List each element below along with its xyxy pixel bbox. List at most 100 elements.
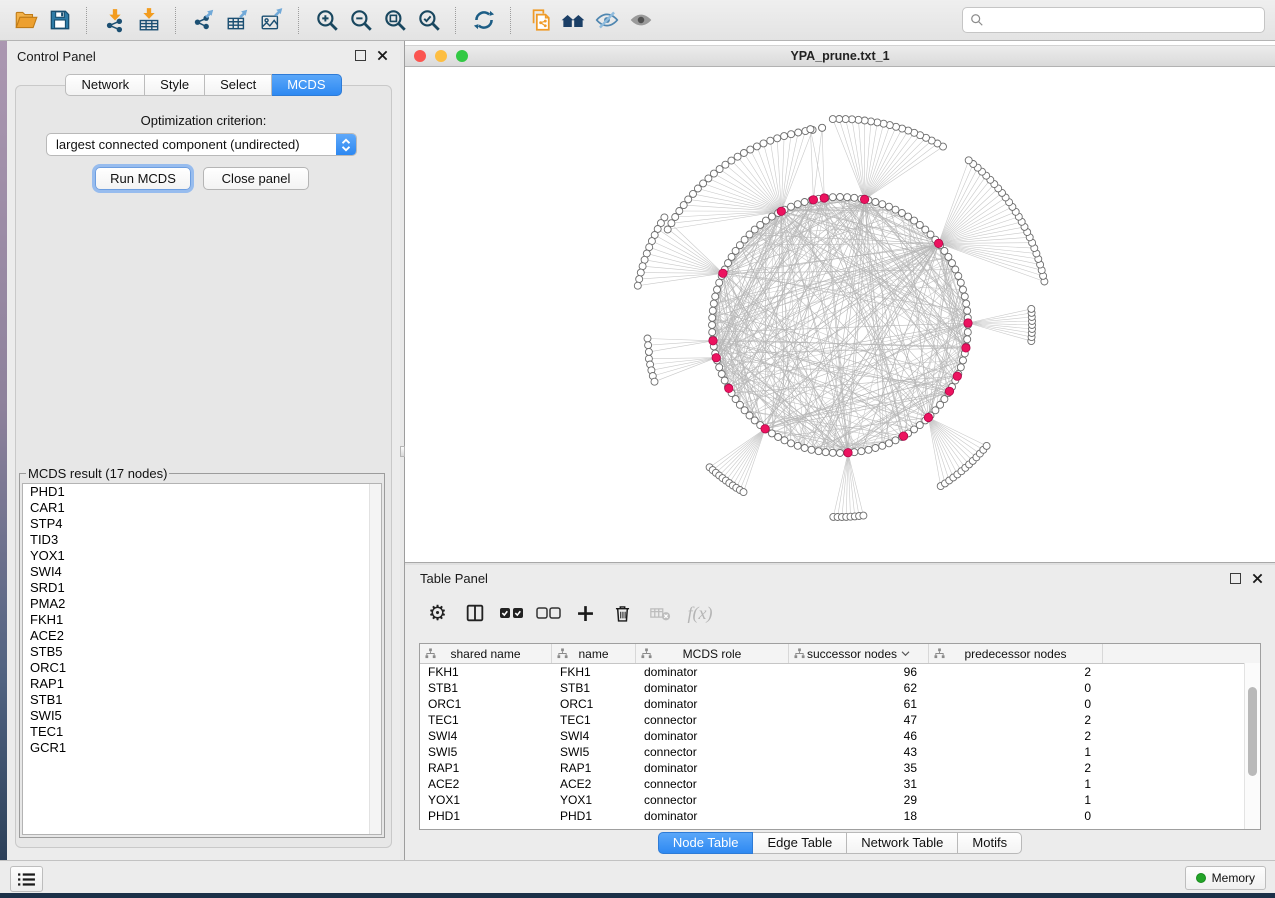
cell-predecessors: 1 [929, 777, 1103, 791]
table-row[interactable]: YOX1YOX1connector291 [420, 792, 1260, 808]
table-row[interactable]: ACE2ACE2connector311 [420, 776, 1260, 792]
first-neighbors-icon[interactable] [557, 5, 588, 36]
cell-successors: 46 [789, 729, 929, 743]
column-header-predecessors[interactable]: predecessor nodes [929, 644, 1103, 663]
cell-name: ACE2 [552, 777, 636, 791]
network-window-titlebar[interactable]: YPA_prune.txt_1 [405, 45, 1275, 67]
toolbar-separator [510, 7, 512, 34]
run-mcds-button[interactable]: Run MCDS [95, 167, 191, 190]
mcds-result-item[interactable]: GCR1 [23, 740, 381, 756]
function-builder-icon[interactable]: f(x) [678, 598, 722, 628]
table-panel: Table Panel ⚙ f(x) shared namenameMCDS r… [405, 565, 1275, 860]
deselect-all-checkboxes-icon[interactable] [530, 598, 567, 628]
cell-successors: 43 [789, 745, 929, 759]
export-network-icon[interactable] [188, 5, 219, 36]
close-panel-button[interactable]: Close panel [203, 167, 309, 190]
table-row[interactable]: RAP1RAP1dominator352 [420, 760, 1260, 776]
column-header-mcds_role[interactable]: MCDS role [636, 644, 789, 663]
hide-selected-icon[interactable] [591, 5, 622, 36]
network-canvas[interactable] [405, 66, 1275, 562]
mcds-result-item[interactable]: STP4 [23, 516, 381, 532]
mcds-result-item[interactable]: STB5 [23, 644, 381, 660]
zoom-out-icon[interactable] [345, 5, 376, 36]
mcds-result-item[interactable]: PHD1 [23, 484, 381, 500]
float-panel-icon[interactable] [355, 50, 366, 61]
mcds-result-item[interactable]: ORC1 [23, 660, 381, 676]
select-all-checkboxes-icon[interactable] [493, 598, 530, 628]
delete-table-icon[interactable] [641, 598, 678, 628]
mcds-result-item[interactable]: TID3 [23, 532, 381, 548]
cell-name: SWI5 [552, 745, 636, 759]
import-network-icon[interactable] [99, 5, 130, 36]
criterion-dropdown[interactable]: largest connected component (undirected) [46, 133, 357, 156]
mcds-result-item[interactable]: ACE2 [23, 628, 381, 644]
mcds-result-item[interactable]: STB1 [23, 692, 381, 708]
mcds-result-item[interactable]: SRD1 [23, 580, 381, 596]
table-row[interactable]: STB1STB1dominator620 [420, 680, 1260, 696]
refresh-view-icon[interactable] [468, 5, 499, 36]
mcds-tab-content: Optimization criterion: largest connecte… [15, 85, 392, 848]
mcds-result-item[interactable]: FKH1 [23, 612, 381, 628]
export-table-icon[interactable] [222, 5, 253, 36]
save-session-icon[interactable] [44, 5, 75, 36]
table-scrollbar[interactable] [1244, 663, 1260, 829]
mcds-result-item[interactable]: RAP1 [23, 676, 381, 692]
table-row[interactable]: SWI5SWI5connector431 [420, 744, 1260, 760]
float-panel-icon[interactable] [1230, 573, 1241, 584]
cell-successors: 31 [789, 777, 929, 791]
cell-shared_name: STB1 [420, 681, 552, 695]
tab-network[interactable]: Network [65, 74, 145, 96]
table-scrollbar-thumb[interactable] [1248, 687, 1257, 776]
table-row[interactable]: PHD1PHD1dominator180 [420, 808, 1260, 824]
mcds-result-item[interactable]: SWI4 [23, 564, 381, 580]
split-table-icon[interactable] [456, 598, 493, 628]
zoom-selected-icon[interactable] [413, 5, 444, 36]
close-panel-icon[interactable] [1252, 573, 1263, 584]
cell-name: TEC1 [552, 713, 636, 727]
toolbar-separator [175, 7, 177, 34]
import-table-icon[interactable] [133, 5, 164, 36]
tab-style[interactable]: Style [145, 74, 205, 96]
mcds-result-title: MCDS result (17 nodes) [26, 466, 169, 481]
open-file-icon[interactable] [10, 5, 41, 36]
column-header-shared_name[interactable]: shared name [420, 644, 552, 663]
mcds-result-item[interactable]: CAR1 [23, 500, 381, 516]
search-input[interactable] [989, 12, 1257, 29]
tab-mcds[interactable]: MCDS [272, 74, 341, 96]
column-header-name[interactable]: name [552, 644, 636, 663]
node-table-body: FKH1FKH1dominator962STB1STB1dominator620… [420, 664, 1260, 824]
show-all-icon[interactable] [625, 5, 656, 36]
tab-network-table[interactable]: Network Table [847, 832, 958, 854]
cell-predecessors: 1 [929, 793, 1103, 807]
tab-select[interactable]: Select [205, 74, 272, 96]
tab-node-table[interactable]: Node Table [658, 832, 754, 854]
export-image-icon[interactable] [256, 5, 287, 36]
tab-motifs[interactable]: Motifs [958, 832, 1022, 854]
mcds-result-item[interactable]: SWI5 [23, 708, 381, 724]
column-header-successors[interactable]: successor nodes [789, 644, 929, 663]
clone-network-icon[interactable] [523, 5, 554, 36]
mcds-list-scrollbar[interactable] [369, 484, 381, 834]
table-row[interactable]: TEC1TEC1connector472 [420, 712, 1260, 728]
table-row[interactable]: SWI4SWI4dominator462 [420, 728, 1260, 744]
network-window: YPA_prune.txt_1 [405, 41, 1275, 562]
mcds-result-item[interactable]: PMA2 [23, 596, 381, 612]
table-row[interactable]: FKH1FKH1dominator962 [420, 664, 1260, 680]
mcds-result-list[interactable]: PHD1CAR1STP4TID3YOX1SWI4SRD1PMA2FKH1ACE2… [22, 483, 382, 835]
cell-shared_name: ORC1 [420, 697, 552, 711]
add-column-icon[interactable] [567, 598, 604, 628]
memory-button[interactable]: Memory [1185, 866, 1266, 890]
network-window-title: YPA_prune.txt_1 [405, 49, 1275, 63]
zoom-in-icon[interactable] [311, 5, 342, 36]
cell-predecessors: 2 [929, 761, 1103, 775]
mcds-result-item[interactable]: TEC1 [23, 724, 381, 740]
task-history-button[interactable] [10, 866, 43, 892]
mcds-result-item[interactable]: YOX1 [23, 548, 381, 564]
close-panel-icon[interactable] [377, 50, 388, 61]
tab-edge-table[interactable]: Edge Table [753, 832, 847, 854]
dropdown-spinner-icon [336, 134, 356, 155]
delete-column-icon[interactable] [604, 598, 641, 628]
table-settings-icon[interactable]: ⚙ [419, 598, 456, 628]
zoom-fit-icon[interactable] [379, 5, 410, 36]
table-row[interactable]: ORC1ORC1dominator610 [420, 696, 1260, 712]
